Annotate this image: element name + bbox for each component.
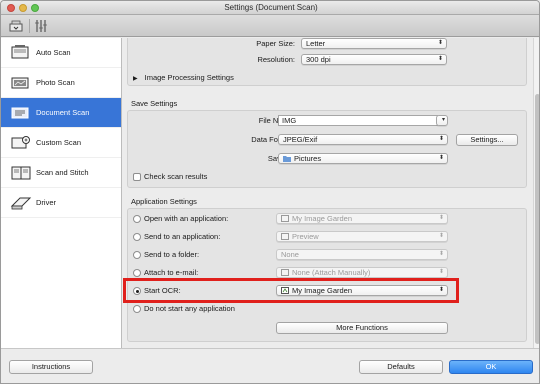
custom-scan-icon [10,134,32,152]
sidebar-item-label: Auto Scan [36,48,71,57]
save-in-value: Pictures [294,154,322,163]
open-with-application-label: Open with an application: [144,214,229,223]
chevron-updown-icon: ⬍ [438,155,444,161]
preview-app-icon [281,233,289,240]
sidebar-item-scan-and-stitch[interactable]: Scan and Stitch [1,158,121,188]
toolbar-divider [29,19,30,33]
send-to-application-radio[interactable] [133,233,141,241]
folder-icon [283,156,291,162]
driver-icon [10,194,32,212]
file-name-dropdown-button[interactable]: ▾ [436,115,448,126]
sidebar-item-label: Photo Scan [36,78,75,87]
start-ocr-highlight-box [123,278,459,303]
check-scan-results-label: Check scan results [144,172,208,181]
sidebar-item-label: Document Scan [36,108,90,117]
sidebar-item-label: Custom Scan [36,138,82,147]
chevron-updown-icon: ⬍ [438,233,444,239]
auto-scan-icon [10,44,32,62]
image-processing-disclosure[interactable]: ▶ Image Processing Settings [133,72,333,84]
chevron-updown-icon: ⬍ [438,215,444,221]
sidebar-item-photo-scan[interactable]: Photo Scan [1,68,121,98]
chevron-updown-icon: ⬍ [437,56,443,62]
scan-stitch-icon [10,164,32,182]
send-to-application-label: Send to an application: [144,232,221,241]
attach-to-email-value: None (Attach Manually) [292,268,371,277]
scan-from-computer-icon[interactable] [8,18,24,34]
settings-panel: Paper Size: Letter ⬍ Resolution: 300 dpi… [123,38,533,348]
chevron-updown-icon: ⬍ [437,40,443,46]
send-to-application-select[interactable]: Preview ⬍ [276,231,448,242]
save-in-select[interactable]: Pictures ⬍ [278,153,448,164]
send-to-folder-select[interactable]: None ⬍ [276,249,448,260]
send-to-folder-radio[interactable] [133,251,141,259]
save-settings-title: Save Settings [131,99,178,108]
open-with-application-select[interactable]: My Image Garden ⬍ [276,213,448,224]
image-processing-label: Image Processing Settings [144,73,234,82]
chevron-updown-icon: ⬍ [438,136,444,142]
chevron-updown-icon: ⬍ [438,251,444,257]
open-with-application-value: My Image Garden [292,214,353,223]
data-format-settings-button[interactable]: Settings... [456,134,518,146]
resolution-select[interactable]: 300 dpi ⬍ [301,54,447,65]
open-with-application-radio[interactable] [133,215,141,223]
attach-to-email-select[interactable]: None (Attach Manually) ⬍ [276,267,448,278]
sidebar-item-auto-scan[interactable]: Auto Scan [1,38,121,68]
footer-bar: Instructions Defaults OK [1,348,539,383]
paper-size-select[interactable]: Letter ⬍ [301,38,447,49]
scrollbar-thumb[interactable] [535,94,539,344]
chevron-down-icon: ▾ [441,117,445,123]
send-to-folder-value: None [281,250,299,259]
resolution-value: 300 dpi [306,55,331,64]
document-scan-icon [10,104,32,122]
data-format-value: JPEG/Exif [283,135,318,144]
window-title: Settings (Document Scan) [224,3,318,12]
application-settings-title: Application Settings [131,197,197,206]
sidebar-item-label: Driver [36,198,56,207]
check-scan-results-checkbox[interactable] [133,173,141,181]
my-image-garden-icon [281,215,289,222]
scan-mode-sidebar: Auto Scan Photo Scan Document Scan Custo… [1,38,122,348]
no-application-radio[interactable] [133,305,141,313]
send-to-application-value: Preview [292,232,319,241]
resolution-label: Resolution: [257,55,295,64]
minimize-window-button[interactable] [19,4,27,12]
paper-size-label: Paper Size: [256,39,295,48]
mail-app-icon [281,269,289,276]
disclosure-triangle-icon: ▶ [133,76,138,82]
sidebar-item-label: Scan and Stitch [36,168,89,177]
data-format-select[interactable]: JPEG/Exif ⬍ [278,134,448,145]
file-name-value: IMG [282,116,297,125]
instructions-button[interactable]: Instructions [9,360,93,374]
no-application-label: Do not start any application [144,304,235,313]
photo-scan-icon [10,74,32,92]
vertical-scrollbar[interactable] [533,38,539,348]
toolbar [1,15,539,37]
chevron-updown-icon: ⬍ [438,269,444,275]
zoom-window-button[interactable] [31,4,39,12]
title-bar: Settings (Document Scan) [1,1,539,15]
settings-window: Settings (Document Scan) Auto Scan Photo… [0,0,540,384]
sidebar-item-document-scan[interactable]: Document Scan [1,98,121,128]
file-name-field[interactable]: IMG [278,115,438,126]
defaults-button[interactable]: Defaults [359,360,443,374]
send-to-folder-label: Send to a folder: [144,250,200,259]
close-window-button[interactable] [7,4,15,12]
attach-to-email-radio[interactable] [133,269,141,277]
general-settings-icon[interactable] [33,18,49,34]
sidebar-item-driver[interactable]: Driver [1,188,121,218]
sidebar-item-custom-scan[interactable]: Custom Scan [1,128,121,158]
paper-size-value: Letter [306,39,326,48]
more-functions-button[interactable]: More Functions [276,322,448,334]
ok-button[interactable]: OK [449,360,533,374]
